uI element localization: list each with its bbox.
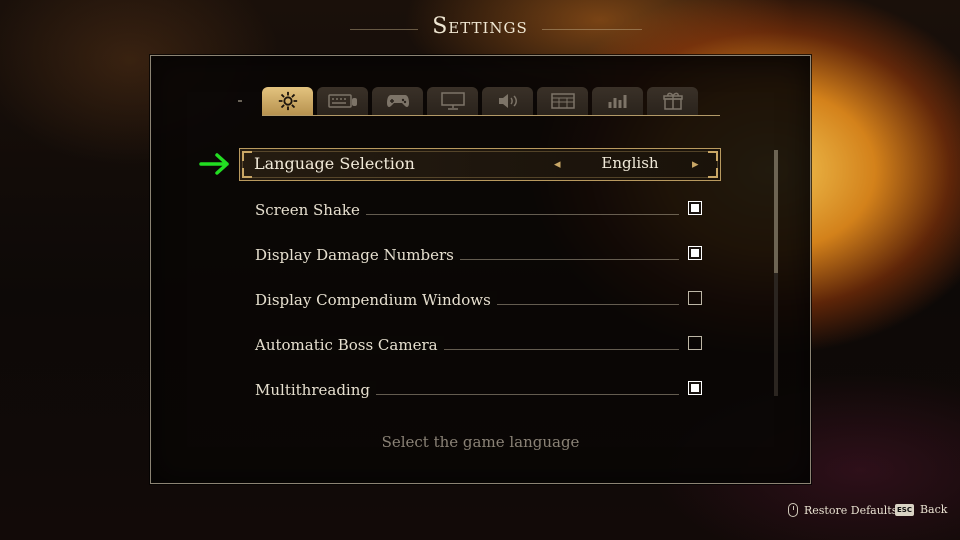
tab-audio[interactable] <box>482 87 533 115</box>
tab-rewards[interactable] <box>647 87 698 115</box>
tab-keyboard[interactable] <box>317 87 368 115</box>
tab-lead-mark <box>238 100 242 102</box>
stats-icon <box>608 95 626 108</box>
gamepad-icon <box>386 95 409 107</box>
title-decoration-left <box>350 29 418 30</box>
corner-ornament <box>708 168 718 178</box>
page-title: Settings <box>432 14 528 39</box>
grid-icon <box>550 93 575 109</box>
settings-tabs <box>262 87 698 116</box>
setting-label: Automatic Boss Camera <box>255 336 444 354</box>
multithreading-checkbox[interactable] <box>688 381 702 395</box>
restore-defaults-hint[interactable]: Restore Defaults <box>788 503 897 517</box>
speaker-icon <box>498 94 517 108</box>
corner-ornament <box>242 151 252 161</box>
tab-general[interactable] <box>262 87 313 115</box>
corner-ornament <box>242 168 252 178</box>
restore-defaults-label: Restore Defaults <box>804 503 898 517</box>
tab-display[interactable] <box>427 87 478 115</box>
back-hint[interactable]: ESC Back <box>895 503 947 516</box>
setting-row-damage-numbers[interactable]: Display Damage Numbers <box>255 246 705 270</box>
boss-camera-checkbox[interactable] <box>688 336 702 350</box>
esc-key-icon: ESC <box>895 503 914 516</box>
setting-label: Display Compendium Windows <box>255 291 497 309</box>
language-selection-label: Language Selection <box>254 154 415 173</box>
language-selection-row[interactable]: Language Selection ◂ English ▸ <box>239 148 721 181</box>
scrollbar-thumb[interactable] <box>774 150 778 273</box>
selection-arrow-icon <box>199 153 229 175</box>
previous-option-arrow-icon[interactable]: ◂ <box>554 157 561 172</box>
title-decoration-right <box>542 29 642 30</box>
tab-interface[interactable] <box>537 87 588 115</box>
setting-row-screen-shake[interactable]: Screen Shake <box>255 201 705 225</box>
tab-statistics[interactable] <box>592 87 643 115</box>
setting-label: Screen Shake <box>255 201 366 219</box>
damage-numbers-checkbox[interactable] <box>688 246 702 260</box>
setting-description: Select the game language <box>381 433 580 451</box>
setting-label: Multithreading <box>255 381 376 399</box>
mouse-icon <box>788 503 798 517</box>
language-value: English <box>601 154 659 172</box>
gear-icon <box>278 91 297 111</box>
setting-row-compendium-windows[interactable]: Display Compendium Windows <box>255 291 705 315</box>
tab-underline <box>262 115 720 116</box>
tab-controller[interactable] <box>372 87 423 115</box>
screen-shake-checkbox[interactable] <box>688 201 702 215</box>
keyboard-icon <box>327 94 357 108</box>
gift-icon <box>662 92 683 110</box>
setting-row-boss-camera[interactable]: Automatic Boss Camera <box>255 336 705 360</box>
setting-label: Display Damage Numbers <box>255 246 460 264</box>
setting-row-multithreading[interactable]: Multithreading <box>255 381 705 405</box>
corner-ornament <box>708 151 718 161</box>
next-option-arrow-icon[interactable]: ▸ <box>692 157 699 172</box>
monitor-icon <box>440 92 465 110</box>
back-label: Back <box>919 503 948 516</box>
compendium-windows-checkbox[interactable] <box>688 291 702 305</box>
